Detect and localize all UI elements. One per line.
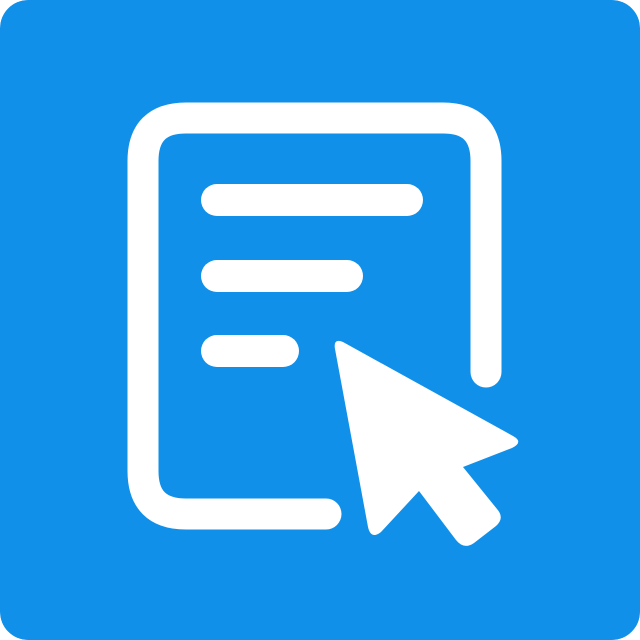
app-icon xyxy=(0,0,640,640)
text-line-2 xyxy=(201,260,363,292)
icon-background xyxy=(0,0,640,640)
text-line-3 xyxy=(201,335,299,367)
document-cursor-icon xyxy=(0,0,640,640)
text-line-1 xyxy=(201,184,423,216)
